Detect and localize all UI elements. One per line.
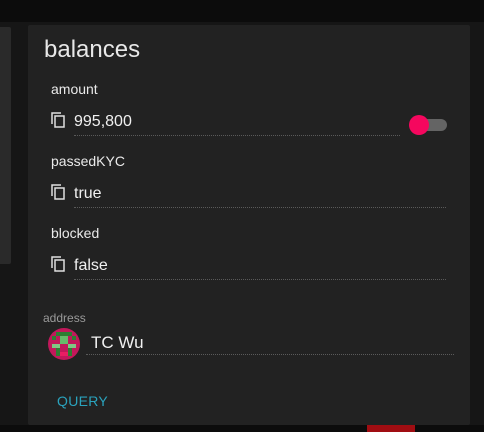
identicon-avatar [48, 328, 80, 360]
toggle-thumb[interactable] [409, 115, 429, 135]
address-underline [86, 354, 454, 355]
address-label: address [43, 311, 86, 325]
query-button[interactable]: QUERY [50, 391, 115, 411]
address-value[interactable]: TC Wu [91, 333, 144, 353]
amount-value[interactable]: 995,800 [74, 113, 132, 131]
card-title: balances [44, 36, 141, 63]
copy-icon[interactable] [51, 256, 65, 272]
status-bar [0, 425, 484, 432]
amount-toggle[interactable] [409, 115, 447, 135]
passedkyc-value[interactable]: true [74, 185, 102, 203]
status-badge [367, 425, 415, 432]
passedkyc-label: passedKYC [51, 153, 125, 169]
passedkyc-underline [74, 207, 446, 208]
blocked-label: blocked [51, 225, 100, 241]
blocked-underline [74, 279, 446, 280]
balances-card: balances amount 995,800 passedKYC true b… [28, 25, 470, 425]
top-bar [0, 0, 484, 22]
copy-icon[interactable] [51, 112, 65, 128]
amount-label: amount [51, 81, 98, 97]
blocked-value[interactable]: false [74, 257, 108, 275]
copy-icon[interactable] [51, 184, 65, 200]
amount-underline [74, 135, 400, 136]
left-panel [0, 27, 11, 264]
